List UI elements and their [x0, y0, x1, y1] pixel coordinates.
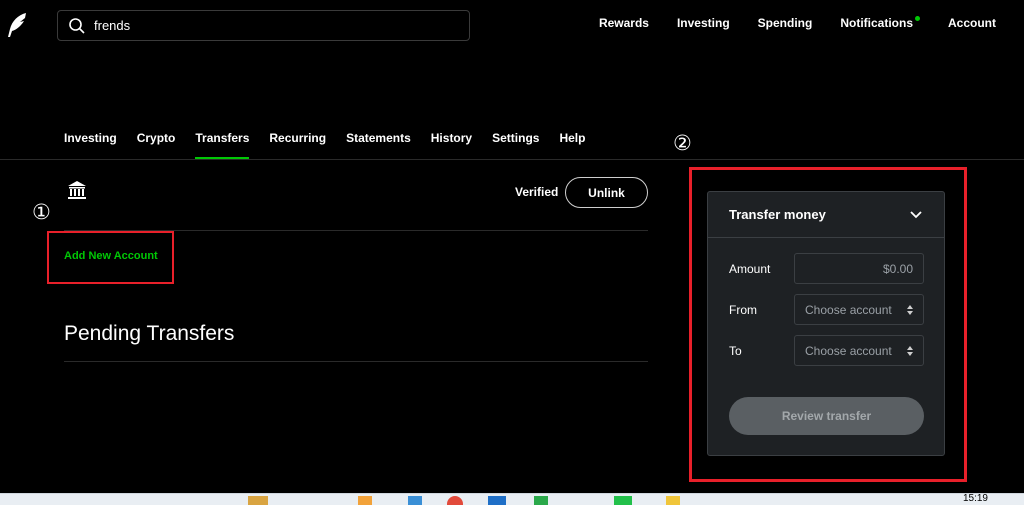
transfer-money-card: Transfer money Amount $0.00 From Choose … [707, 191, 945, 456]
taskbar-app-icon[interactable] [534, 496, 548, 505]
to-label: To [729, 343, 742, 358]
unlink-button[interactable]: Unlink [565, 177, 648, 208]
tab-investing[interactable]: Investing [64, 131, 117, 159]
taskbar-app-icon[interactable] [248, 496, 268, 505]
taskbar-app-icon[interactable] [488, 496, 506, 505]
chevron-down-icon[interactable] [910, 210, 922, 219]
search-value: frends [94, 18, 131, 33]
bank-status: Verified [515, 185, 559, 199]
amount-value: $0.00 [882, 261, 913, 276]
annotation-marker-1: ① [32, 201, 51, 224]
feather-logo-icon[interactable] [6, 12, 28, 38]
os-taskbar: 15:19 [0, 493, 1024, 505]
tab-crypto[interactable]: Crypto [137, 131, 176, 159]
tab-settings[interactable]: Settings [492, 131, 539, 159]
transfer-card-header[interactable]: Transfer money [708, 192, 944, 238]
to-account-select[interactable]: Choose account [794, 335, 924, 366]
account-tabs: Investing Crypto Transfers Recurring Sta… [64, 131, 585, 159]
nav-spending[interactable]: Spending [758, 16, 813, 30]
search-icon [69, 17, 85, 34]
amount-input[interactable]: $0.00 [794, 253, 924, 284]
notification-dot-icon [915, 16, 920, 21]
tab-history[interactable]: History [431, 131, 472, 159]
nav-notifications[interactable]: Notifications [840, 16, 920, 30]
tab-statements[interactable]: Statements [346, 131, 411, 159]
annotation-marker-2: ② [673, 132, 692, 155]
tab-help[interactable]: Help [559, 131, 585, 159]
add-new-account-link[interactable]: Add New Account [64, 250, 158, 262]
taskbar-app-icon[interactable] [358, 496, 372, 505]
nav-investing[interactable]: Investing [677, 16, 730, 30]
amount-label: Amount [729, 261, 771, 276]
from-row: From Choose account [729, 294, 924, 325]
taskbar-app-icon[interactable] [408, 496, 422, 505]
from-placeholder: Choose account [805, 302, 892, 317]
top-nav: Rewards Investing Spending Notifications… [599, 16, 996, 30]
select-arrows-icon [907, 345, 913, 356]
pending-transfers-heading: Pending Transfers [64, 322, 235, 345]
tabs-divider [0, 159, 1024, 160]
tab-transfers[interactable]: Transfers [195, 131, 250, 159]
nav-rewards[interactable]: Rewards [599, 16, 649, 30]
to-placeholder: Choose account [805, 343, 892, 358]
taskbar-app-icon[interactable] [666, 496, 680, 505]
pending-divider [64, 361, 648, 362]
review-transfer-button[interactable]: Review transfer [729, 397, 924, 435]
bank-icon [68, 181, 86, 199]
taskbar-clock: 15:19 [962, 493, 988, 504]
taskbar-app-icon[interactable] [614, 496, 632, 505]
transfer-card-title: Transfer money [729, 207, 826, 222]
nav-notifications-label: Notifications [840, 16, 913, 30]
taskbar-app-icon[interactable] [447, 496, 463, 505]
to-row: To Choose account [729, 335, 924, 366]
tab-recurring[interactable]: Recurring [269, 131, 326, 159]
from-label: From [729, 302, 757, 317]
search-input[interactable]: frends [57, 10, 470, 41]
select-arrows-icon [907, 304, 913, 315]
from-account-select[interactable]: Choose account [794, 294, 924, 325]
amount-row: Amount $0.00 [729, 253, 924, 284]
nav-account[interactable]: Account [948, 16, 996, 30]
